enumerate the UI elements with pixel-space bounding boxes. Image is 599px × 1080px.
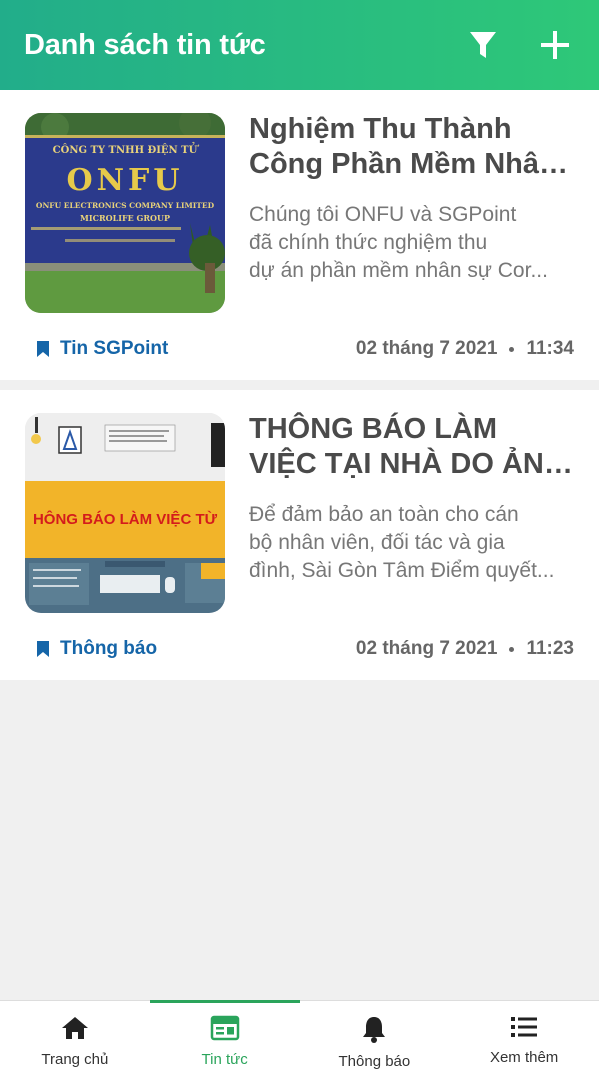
news-thumbnail[interactable]: HÔNG BÁO LÀM VIỆC TỪ	[25, 413, 225, 613]
company-sign-image: CÔNG TY TNHH ĐIỆN TỬ ONFU ONFU ELECTRONI…	[25, 113, 225, 313]
news-title[interactable]: Nghiệm Thu Thành Công Phần Mềm Nhân ...	[249, 112, 579, 182]
svg-text:HÔNG BÁO LÀM VIỆC TỪ: HÔNG BÁO LÀM VIỆC TỪ	[33, 510, 218, 528]
news-summary-line: Để đảm bảo an toàn cho cán	[249, 503, 519, 526]
svg-text:CÔNG TY TNHH ĐIỆN TỬ: CÔNG TY TNHH ĐIỆN TỬ	[53, 143, 200, 156]
bookmark-icon	[37, 641, 49, 657]
svg-text:MICROLIFE GROUP: MICROLIFE GROUP	[80, 213, 170, 223]
bell-icon	[363, 1017, 386, 1043]
nav-news[interactable]: Tin tức	[149, 1000, 300, 1080]
separator-dot	[509, 646, 515, 652]
news-title-line: Công Phần Mềm Nhân ...	[249, 148, 579, 180]
news-card[interactable]: CÔNG TY TNHH ĐIỆN TỬ ONFU ONFU ELECTRONI…	[0, 90, 599, 380]
news-date: 02 tháng 7 2021	[355, 638, 498, 659]
nav-notifications-label: Thông báo	[338, 1053, 411, 1070]
news-title-line: Nghiệm Thu Thành	[249, 113, 512, 145]
newspaper-icon	[210, 1015, 239, 1041]
home-icon	[61, 1017, 88, 1039]
svg-text:ONFU: ONFU	[66, 163, 183, 198]
news-title-line: THÔNG BÁO LÀM	[249, 413, 498, 445]
nav-notifications[interactable]: Thông báo	[300, 1001, 450, 1080]
news-title-line: VIỆC TẠI NHÀ DO ẢNH...	[249, 448, 579, 480]
news-category-label: Thông báo	[60, 638, 158, 659]
news-summary: Để đảm bảo an toàn cho cán bộ nhân viên,…	[249, 501, 579, 585]
nav-news-label: Tin tức	[201, 1051, 248, 1068]
news-time: 11:23	[526, 638, 574, 659]
news-date: 02 tháng 7 2021	[355, 338, 498, 359]
filter-icon	[470, 32, 496, 58]
news-thumbnail[interactable]: CÔNG TY TNHH ĐIỆN TỬ ONFU ONFU ELECTRONI…	[25, 113, 225, 313]
nav-more-label: Xem thêm	[489, 1049, 559, 1066]
news-list: CÔNG TY TNHH ĐIỆN TỬ ONFU ONFU ELECTRONI…	[0, 90, 599, 690]
news-summary-line: Chúng tôi ONFU và SGPoint	[249, 203, 517, 226]
news-category-label: Tin SGPoint	[60, 338, 169, 359]
app-header: Danh sách tin tức	[0, 0, 599, 90]
news-category[interactable]: Tin SGPoint	[36, 338, 168, 360]
separator-dot	[509, 346, 515, 352]
bookmark-icon	[37, 341, 49, 357]
news-summary: Chúng tôi ONFU và SGPoint đã chính thức …	[249, 201, 579, 285]
news-time: 11:34	[526, 338, 574, 359]
bottom-navigation: Trang chủ Tin tức Thông báo Xem thêm	[0, 1000, 599, 1080]
plus-icon	[541, 31, 569, 59]
news-datetime: 02 tháng 7 2021 11:34	[356, 338, 574, 360]
work-from-home-image: HÔNG BÁO LÀM VIỆC TỪ	[25, 413, 225, 613]
add-button[interactable]	[535, 25, 575, 65]
page-title: Danh sách tin tức	[24, 28, 266, 61]
news-title[interactable]: THÔNG BÁO LÀM VIỆC TẠI NHÀ DO ẢNH...	[249, 412, 579, 482]
news-card[interactable]: HÔNG BÁO LÀM VIỆC TỪ THÔNG BÁO LÀM VIỆC …	[0, 390, 599, 680]
nav-home[interactable]: Trang chủ	[0, 1001, 150, 1080]
news-summary-line: bộ nhân viên, đối tác và gia	[249, 531, 505, 554]
filter-button[interactable]	[463, 25, 503, 65]
nav-home-label: Trang chủ	[41, 1051, 109, 1068]
news-category[interactable]: Thông báo	[36, 638, 157, 660]
news-summary-line: đã chính thức nghiệm thu	[249, 231, 488, 254]
news-summary-line: đình, Sài Gòn Tâm Điểm quyết...	[249, 559, 555, 582]
news-datetime: 02 tháng 7 2021 11:23	[356, 638, 574, 660]
nav-more[interactable]: Xem thêm	[449, 1001, 599, 1080]
list-menu-icon	[511, 1017, 538, 1037]
svg-text:ONFU ELECTRONICS COMPANY LIMIT: ONFU ELECTRONICS COMPANY LIMITED	[36, 201, 215, 210]
news-summary-line: dự án phần mềm nhân sự Cor...	[249, 259, 548, 282]
